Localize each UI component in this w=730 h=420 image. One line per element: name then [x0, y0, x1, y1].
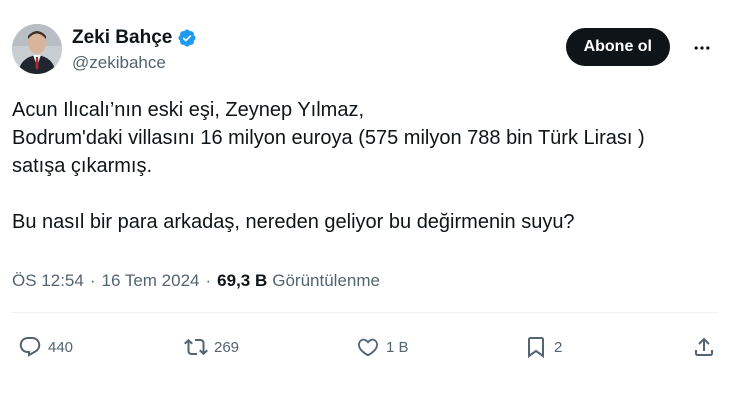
more-icon[interactable] [690, 36, 714, 60]
share-icon [695, 337, 713, 356]
tweet-date[interactable]: 16 Tem 2024 [102, 270, 200, 292]
bookmark-button[interactable]: 2 [524, 330, 562, 364]
repost-icon [184, 338, 208, 356]
share-button[interactable] [692, 330, 716, 364]
like-button[interactable]: 1 B [356, 330, 409, 364]
bookmark-icon [528, 337, 544, 358]
meta-separator: · [205, 271, 212, 290]
repost-button[interactable]: 269 [184, 330, 239, 364]
bookmark-count: 2 [554, 338, 563, 356]
display-name[interactable]: Zeki Bahçe [72, 26, 172, 50]
tweet-text: Acun Ilıcalı’nın eski eşi, Zeynep Yılmaz… [12, 96, 714, 236]
views-label: Görüntülenme [272, 271, 380, 290]
action-bar: 440 269 1 B 2 [12, 330, 718, 364]
reply-button[interactable]: 440 [18, 330, 73, 364]
tweet-line: Acun Ilıcalı’nın eski eşi, Zeynep Yılmaz… [12, 99, 365, 121]
tweet-meta: ÖS 12:54 · 16 Tem 2024 · 69,3 B Görüntül… [12, 270, 380, 292]
avatar[interactable] [12, 24, 62, 74]
user-info: Zeki Bahçe @zekibahce [72, 26, 197, 74]
tweet-header: Zeki Bahçe @zekibahce Abone ol [12, 20, 714, 76]
tweet-line: Bu nasıl bir para arkadaş, nereden geliy… [12, 211, 575, 233]
tweet-line: satışa çıkarmış. [12, 155, 153, 177]
user-handle[interactable]: @zekibahce [72, 52, 197, 74]
reply-icon [19, 337, 41, 357]
tweet-line: Bodrum'daki villasını 16 milyon euroya (… [12, 127, 645, 149]
divider [12, 312, 718, 313]
meta-separator: · [89, 271, 96, 290]
like-count: 1 B [386, 338, 409, 356]
views-count[interactable]: 69,3 B [217, 270, 267, 292]
name-row: Zeki Bahçe [72, 26, 197, 50]
reply-count: 440 [48, 338, 74, 356]
verified-badge-icon [177, 28, 197, 48]
tweet-time[interactable]: ÖS 12:54 [12, 270, 84, 292]
like-icon [358, 338, 378, 357]
repost-count: 269 [214, 338, 240, 356]
follow-button[interactable]: Abone ol [565, 28, 670, 66]
